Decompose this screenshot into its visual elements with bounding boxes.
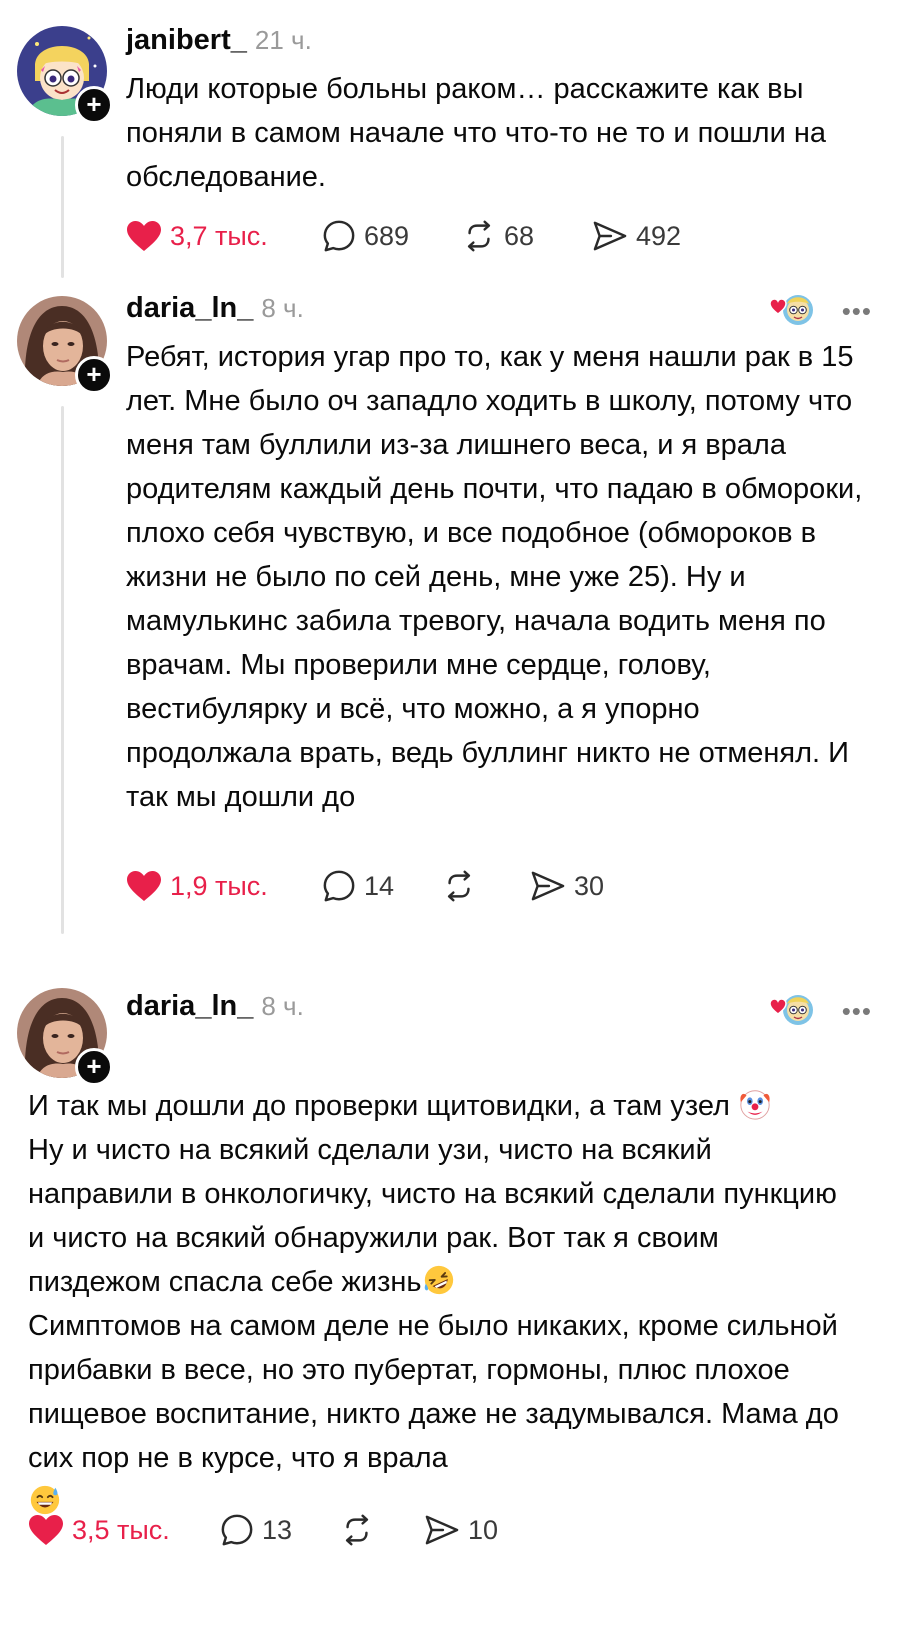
rofl-emoji [422,1263,456,1297]
comment-bubble-icon [220,1513,254,1547]
post-text-part1: И так мы дошли до проверки щитовидки, а … [28,1090,730,1122]
comment-button[interactable]: 689 [322,219,462,253]
plus-icon: + [86,89,102,119]
comment-bubble-icon [322,219,356,253]
post-time: 21 ч. [254,25,312,55]
repost-icon [462,219,496,253]
username-text[interactable]: daria_ln_ [126,990,253,1022]
clown-emoji [738,1087,772,1121]
repost-button[interactable] [340,1513,424,1547]
share-count: 30 [574,870,605,901]
send-icon [424,1514,460,1546]
comment-count: 14 [364,870,395,901]
share-button[interactable]: 492 [592,220,681,252]
heart-icon [126,220,162,252]
post-text: И так мы дошли до проверки щитовидки, а … [28,1084,858,1524]
follow-button[interactable]: + [75,86,113,124]
like-count: 3,7 тыс. [170,220,268,251]
send-icon [592,220,628,252]
follow-button[interactable]: + [75,1048,113,1086]
post-text: Люди которые больны раком… расскажите ка… [126,73,826,193]
repost-icon [442,869,476,903]
like-count: 3,5 тыс. [72,1514,170,1545]
share-button[interactable]: 30 [530,870,604,902]
username-text[interactable]: janibert_ [126,24,247,56]
action-bar: 3,5 тыс. 13 10 [28,1508,498,1552]
username[interactable]: janibert_ 21 ч. [126,24,312,57]
like-count: 1,9 тыс. [170,870,268,901]
share-count: 492 [636,220,682,251]
liked-by-avatar-icon[interactable] [768,292,814,332]
comment-bubble-icon [322,869,356,903]
comment-count: 13 [262,1514,293,1545]
thread-line [61,406,64,934]
username-text[interactable]: daria_ln_ [126,292,253,324]
post-time: 8 ч. [261,293,304,323]
post-3: + daria_ln_ 8 ч. ••• И так мы дошли до пр… [0,980,900,1625]
repost-button[interactable]: 68 [462,219,592,253]
comment-button[interactable]: 13 [220,1513,340,1547]
like-button[interactable]: 3,5 тыс. [28,1514,220,1546]
repost-button[interactable] [442,869,530,903]
like-button[interactable]: 1,9 тыс. [126,870,322,902]
post-text-part3: Симптомов на самом деле не было никаких,… [28,1310,839,1474]
post-1: + janibert_ 21 ч. Люди которые больны рак… [0,0,900,280]
repost-icon [340,1513,374,1547]
username[interactable]: daria_ln_ 8 ч. [126,990,304,1023]
heart-icon [28,1514,64,1546]
plus-icon: + [86,359,102,389]
send-icon [530,870,566,902]
post-text: Ребят, история угар про то, как у меня н… [126,341,863,813]
comment-button[interactable]: 14 [322,869,442,903]
share-count: 10 [468,1514,499,1545]
liked-by-avatar-icon[interactable] [768,992,814,1032]
action-bar: 3,7 тыс. 689 68 492 [126,214,681,258]
comment-count: 689 [364,220,410,251]
action-bar: 1,9 тыс. 14 30 [126,864,604,908]
post-time: 8 ч. [261,991,304,1021]
plus-icon: + [86,1051,102,1081]
post-2: + daria_ln_ 8 ч. ••• Ребят, история угар … [0,280,900,940]
follow-button[interactable]: + [75,356,113,394]
heart-icon [126,870,162,902]
like-button[interactable]: 3,7 тыс. [126,220,322,252]
username[interactable]: daria_ln_ 8 ч. [126,292,304,325]
repost-count: 68 [504,220,535,251]
share-button[interactable]: 10 [424,1514,498,1546]
more-dots-icon[interactable]: ••• [842,996,872,1027]
more-dots-icon[interactable]: ••• [842,296,872,327]
thread-line [61,136,64,278]
